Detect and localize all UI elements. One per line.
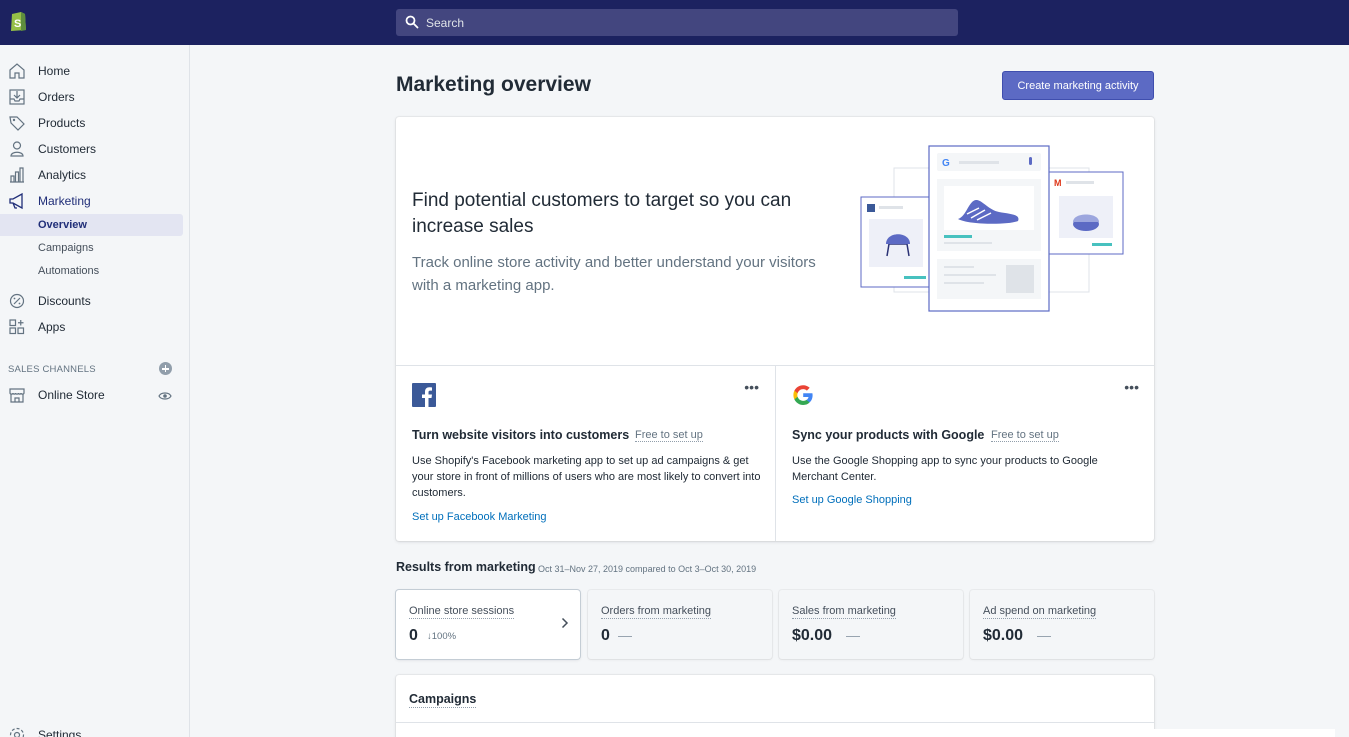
sidebar-item-online-store[interactable]: Online Store	[0, 383, 183, 407]
metric-delta: —	[618, 627, 632, 643]
home-icon	[9, 63, 25, 79]
sidebar-item-settings[interactable]: Settings	[0, 723, 183, 737]
metric-delta: —	[1037, 627, 1051, 643]
sidebar-item-home[interactable]: Home	[0, 59, 183, 83]
metric-delta: ↓100%	[427, 631, 457, 642]
app-description: Use the Google Shopping app to sync your…	[792, 455, 1098, 483]
metric-sales-from-marketing[interactable]: Sales from marketing $0.00 —	[779, 590, 963, 659]
metric-orders-from-marketing[interactable]: Orders from marketing 0 —	[588, 590, 772, 659]
chevron-right-icon	[561, 617, 569, 629]
sidebar-item-discounts[interactable]: Discounts	[0, 289, 183, 313]
person-icon	[10, 141, 24, 157]
metric-delta: —	[846, 627, 860, 643]
orders-icon	[9, 89, 25, 105]
facebook-icon	[412, 383, 436, 407]
svg-text:S: S	[14, 18, 21, 30]
facebook-app-panel: ••• Turn website visitors into customers…	[396, 365, 775, 541]
google-icon	[793, 385, 813, 405]
metric-value: 0	[601, 627, 610, 644]
top-bar: S Search	[0, 0, 1349, 45]
campaigns-divider	[396, 722, 1154, 723]
sidebar-subitem-label: Overview	[38, 219, 87, 231]
metric-online-store-sessions[interactable]: Online store sessions 0 ↓100%	[396, 590, 580, 659]
svg-text:M: M	[1054, 178, 1062, 188]
sidebar-item-label: Products	[38, 116, 86, 130]
metric-value: $0.00	[983, 627, 1024, 644]
metric-value: 0	[409, 627, 418, 644]
store-icon	[9, 388, 25, 403]
sidebar-subitem-campaigns[interactable]: Campaigns	[0, 237, 183, 259]
results-heading: Results from marketing	[396, 560, 536, 574]
app-title: Turn website visitors into customers	[412, 428, 630, 442]
eye-icon[interactable]	[158, 390, 172, 402]
sidebar-subitem-overview[interactable]: Overview	[0, 214, 183, 236]
tag-icon	[9, 116, 25, 131]
shopify-logo-icon[interactable]: S	[9, 10, 27, 32]
free-badge: Free to set up	[991, 429, 1059, 442]
setup-google-link[interactable]: Set up Google Shopping	[792, 494, 912, 506]
sidebar-item-label: Orders	[38, 90, 75, 104]
sidebar-subitem-label: Automations	[38, 265, 100, 277]
marketing-hero-card: Find potential customers to target so yo…	[396, 117, 1154, 541]
page-title: Marketing overview	[396, 73, 591, 96]
sidebar-item-apps[interactable]: Apps	[0, 315, 183, 339]
metric-label: Orders from marketing	[601, 605, 712, 619]
apps-icon	[9, 319, 25, 335]
create-marketing-activity-button[interactable]: Create marketing activity	[1002, 71, 1154, 100]
app-title: Sync your products with Google	[792, 428, 985, 442]
sidebar-item-customers[interactable]: Customers	[0, 137, 183, 161]
discount-icon	[9, 293, 25, 309]
sidebar-item-products[interactable]: Products	[0, 111, 183, 135]
sidebar: Home Orders Products Customers Analytics…	[0, 45, 190, 737]
add-sales-channel-icon[interactable]	[159, 362, 172, 375]
sidebar-item-label: Discounts	[38, 294, 91, 308]
search-input[interactable]: Search	[396, 9, 958, 36]
more-actions-button[interactable]: •••	[744, 379, 759, 395]
marketing-illustration: M G	[860, 145, 1124, 312]
free-badge: Free to set up	[635, 429, 703, 442]
bar-chart-icon	[10, 167, 24, 183]
sidebar-item-orders[interactable]: Orders	[0, 85, 183, 109]
sales-channels-heading: SALES CHANNELS	[8, 364, 96, 375]
sidebar-item-label: Apps	[38, 320, 66, 334]
results-date-range: Oct 31–Nov 27, 2019 compared to Oct 3–Oc…	[538, 564, 757, 574]
campaigns-card: Campaigns	[396, 675, 1154, 737]
metric-value: $0.00	[792, 627, 833, 644]
sidebar-item-label: Customers	[38, 142, 97, 156]
google-app-panel: ••• Sync your products with Google Free …	[776, 365, 1155, 541]
more-actions-button[interactable]: •••	[1124, 379, 1139, 395]
search-icon	[405, 15, 419, 29]
metric-label: Online store sessions	[409, 605, 515, 619]
sidebar-item-marketing[interactable]: Marketing	[0, 189, 183, 213]
metric-ad-spend[interactable]: Ad spend on marketing $0.00 —	[970, 590, 1154, 659]
search-placeholder: Search	[426, 16, 465, 30]
sidebar-item-label: Settings	[38, 728, 82, 737]
metric-label: Sales from marketing	[792, 605, 896, 619]
sidebar-item-label: Online Store	[38, 388, 105, 402]
sidebar-subitem-label: Campaigns	[38, 242, 94, 254]
sidebar-item-label: Analytics	[38, 168, 87, 182]
app-description: Use Shopify's Facebook marketing app to …	[412, 455, 761, 499]
sidebar-item-analytics[interactable]: Analytics	[0, 163, 183, 187]
campaigns-title: Campaigns	[409, 692, 477, 708]
metric-label: Ad spend on marketing	[983, 605, 1097, 619]
svg-text:G: G	[942, 158, 950, 169]
sidebar-item-label: Home	[38, 64, 71, 78]
hero-subtitle: Track online store activity and better u…	[412, 254, 816, 294]
bottom-strip	[1154, 729, 1335, 737]
hero-title: Find potential customers to target so yo…	[412, 190, 792, 237]
sidebar-item-label: Marketing	[38, 194, 91, 208]
gear-icon	[9, 727, 25, 737]
setup-facebook-link[interactable]: Set up Facebook Marketing	[412, 511, 547, 523]
megaphone-icon	[9, 192, 23, 210]
sidebar-subitem-automations[interactable]: Automations	[0, 260, 183, 282]
